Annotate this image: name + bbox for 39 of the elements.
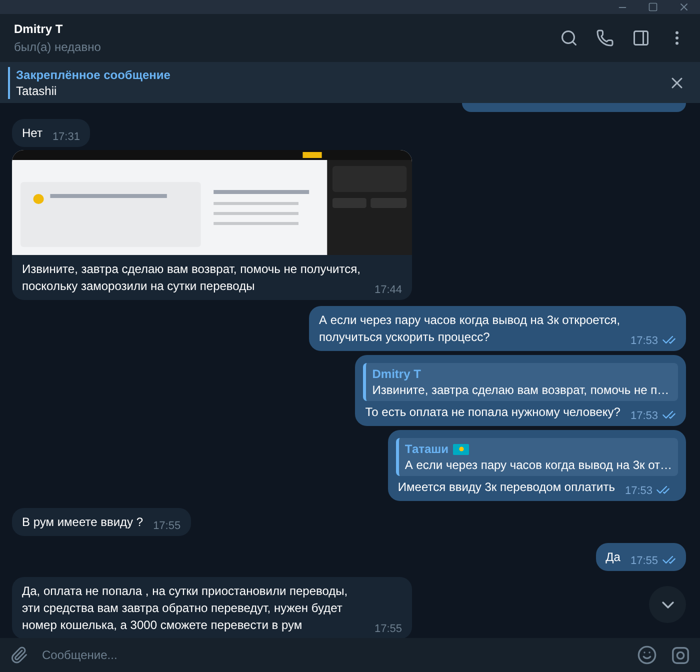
pinned-bar[interactable]: Закреплённое сообщение Tatashii [0,62,700,103]
scroll-down-button[interactable] [649,586,686,623]
maximize-icon[interactable] [648,2,658,12]
reply-author: Dmitry T [372,366,421,382]
emoji-icon[interactable] [637,645,657,665]
phone-icon[interactable] [596,29,614,47]
message-text: Нет [22,125,42,142]
flag-icon [452,444,469,454]
message-time: 17:53 [630,410,658,422]
side-panel-icon[interactable] [632,29,650,47]
message-field[interactable]: Сообщение... [42,646,623,664]
reply-text: Извините, завтра сделаю вам возврат, помочь не п… [372,382,670,398]
message-time: 17:55 [630,555,658,567]
reply-quote[interactable]: Dmitry T Извините, завтра сделаю вам возврат, помочь не п… [363,363,678,401]
composer-bar[interactable]: Сообщение... [0,638,700,672]
pinned-text: Tatashii [16,82,58,98]
message-text: Имеется ввиду 3к переводом оплатить [398,479,615,496]
reply-text: А если через пару часов когда вывод на 3к от… [404,457,672,473]
message-time: 17:55 [153,520,181,532]
reply-quote[interactable]: Таташи А если через пару часов когда вывод на 3к от… [396,438,678,476]
chat-status: был(а) недавно [14,38,102,56]
reply-author: Таташи [404,441,449,457]
search-icon[interactable] [560,29,578,47]
chat-title: Dmitry T [14,20,64,38]
message-time: 17:44 [374,284,402,296]
message-text: Извините, завтра сделаю вам возврат, помочь не получится, поскольку заморозили на сутки переводы [22,261,362,295]
close-icon[interactable] [678,1,690,13]
message-time: 17:53 [624,485,652,497]
attach-icon[interactable] [10,646,28,664]
message-text: А если через пару часов когда вывод на 3к откроется, получиться ускорить процесс? [319,312,620,346]
message-time: 17:31 [52,131,80,143]
message-text: Да, оплата не попала , на сутки приостановили переводы, эти средства вам завтра обратно переведут, нужен будет номер кошелька, а 3000 сможете перевести в рум [22,583,349,634]
camera-icon[interactable] [671,646,690,664]
message-time: 17:55 [374,623,402,635]
message-time: 17:53 [630,335,658,347]
pinned-title: Закреплённое сообщение [16,66,172,82]
message-text: В рум имеете ввиду ? [22,514,144,531]
message-text: То есть оплата не попала нужному человеку? [365,404,620,421]
message-text: Да [606,549,620,566]
